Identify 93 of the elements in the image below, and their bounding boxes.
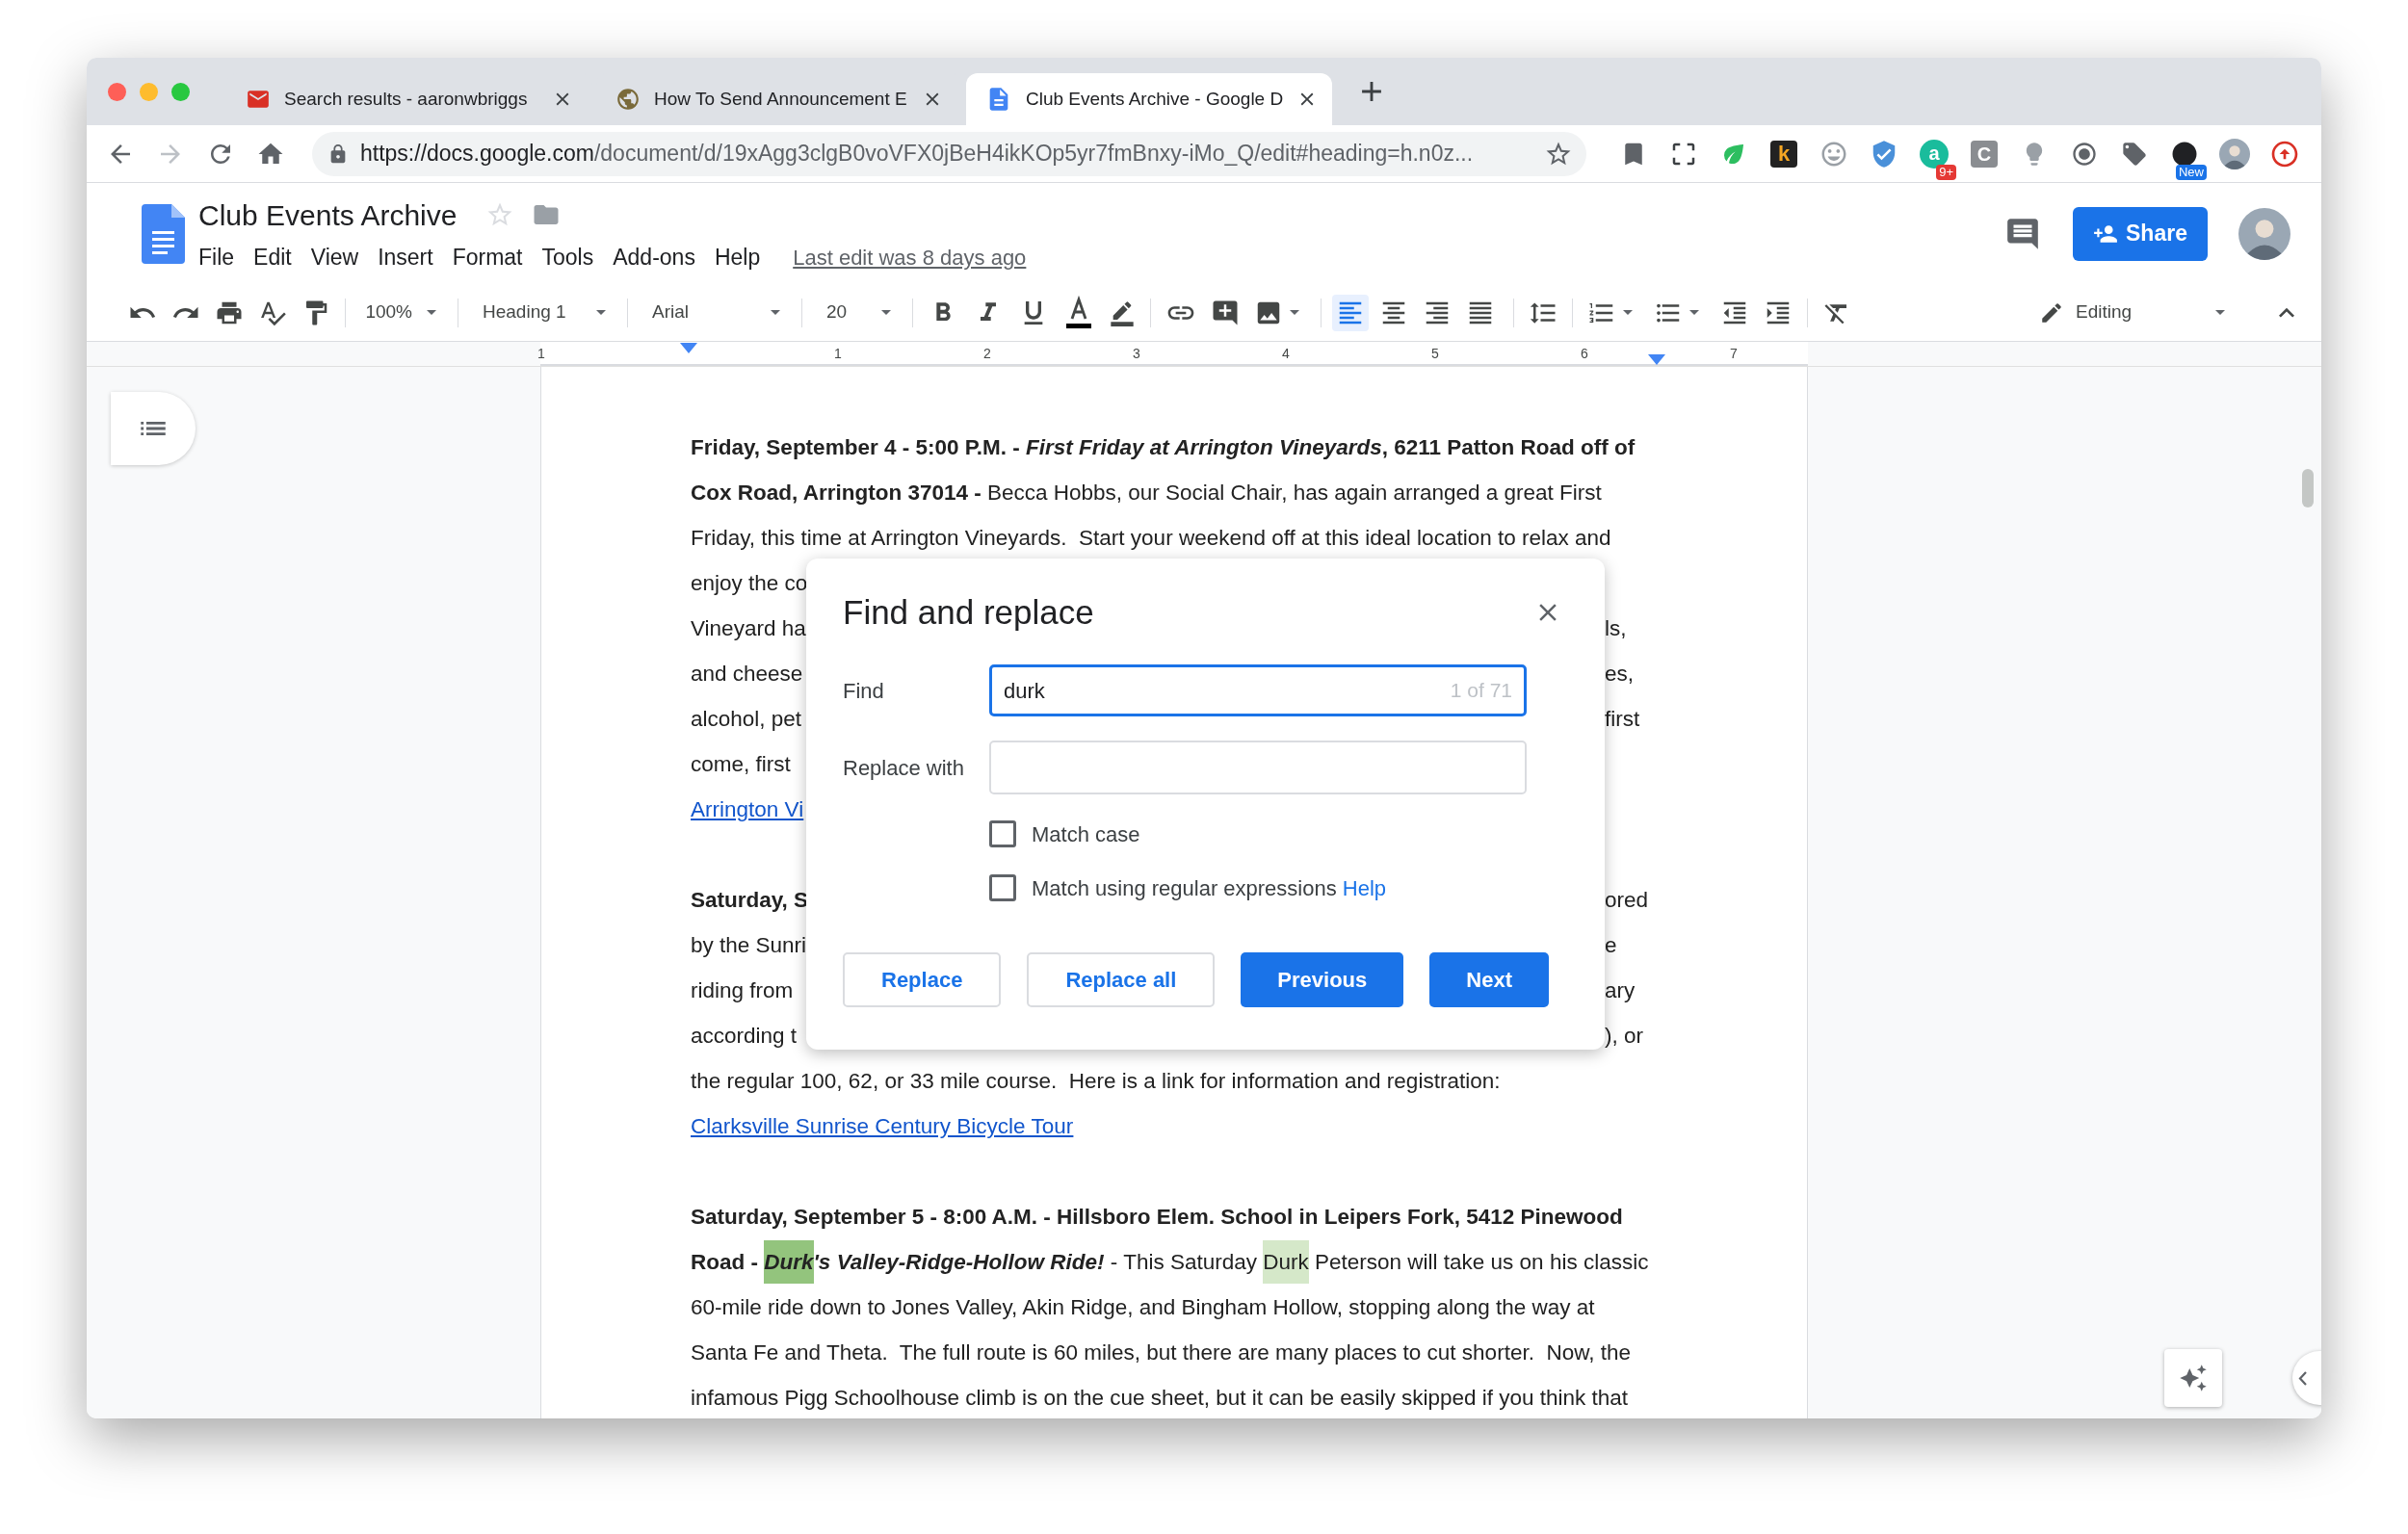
ruler-number: 1 xyxy=(537,345,545,363)
paragraph-text: and cheese xyxy=(691,662,803,686)
field-label: Replace with xyxy=(843,754,965,782)
menu-item[interactable]: Format xyxy=(452,240,523,274)
paragraph-text: Saturday, S xyxy=(691,888,809,912)
caret-icon xyxy=(1689,310,1699,315)
menu-item[interactable]: Tools xyxy=(541,240,594,274)
paragraph-text: Friday, September 4 - 5:00 P.M. - First Friday at Arrington Vineyards, 6211 Patton Road off of xyxy=(691,435,1636,459)
caret-icon xyxy=(1623,310,1633,315)
document-title[interactable]: Club Events Archive xyxy=(198,193,458,237)
option-label: Match using regular expressions Help xyxy=(1032,874,1387,902)
caret-icon xyxy=(2215,310,2225,315)
ruler-number: 7 xyxy=(1730,345,1738,363)
ruler-number: 5 xyxy=(1431,345,1439,363)
match-count: 1 of 71 xyxy=(1450,678,1512,704)
field-label: Find xyxy=(843,677,885,705)
text-color-icon[interactable] xyxy=(1063,295,1094,330)
paragraph-text: Friday, this time at Arrington Vineyards. Start your weekend off at this ideal location to relax and xyxy=(691,526,1611,550)
caret-icon xyxy=(596,310,606,315)
font-dropdown[interactable]: Arial xyxy=(642,299,787,326)
link[interactable]: Arrington Vi xyxy=(691,797,804,821)
paragraph-text: riding from xyxy=(691,978,794,1002)
menu-item[interactable]: Edit xyxy=(253,240,292,274)
caret-icon xyxy=(771,310,780,315)
paragraph-text: Saturday, September 5 - 8:00 A.M. - Hillsboro Elem. School in Leipers Fork, 5412 Pinewood xyxy=(691,1205,1623,1229)
paragraph-text: Cox Road, Arrington 37014 - Becca Hobbs, our Social Chair, has again arranged a great First xyxy=(691,481,1602,505)
paragraph-text: come, first xyxy=(691,752,791,776)
badge: 9+ xyxy=(1936,164,1956,180)
replace-field[interactable] xyxy=(989,741,1527,794)
ruler-number: 2 xyxy=(983,345,991,363)
paragraph-text: infamous Pigg Schoolhouse climb is on the cue sheet, but it can be easily skipped if you think that xyxy=(691,1386,1629,1410)
dialog-button[interactable]: Next xyxy=(1429,952,1549,1007)
dialog-button[interactable]: Replace xyxy=(843,952,1002,1007)
paragraph-text: alcohol, pet xyxy=(691,707,802,731)
ruler-number: 4 xyxy=(1282,345,1290,363)
indent-marker[interactable] xyxy=(680,343,697,354)
share-button[interactable]: Share xyxy=(2073,206,2208,261)
paragraph-text: e xyxy=(1605,932,1617,959)
help-link[interactable]: Help xyxy=(1342,875,1387,900)
menu-item[interactable]: View xyxy=(310,240,359,274)
badge: New xyxy=(2176,164,2207,180)
option-label: Match case xyxy=(1032,820,1140,848)
paragraph-text: by the Sunri xyxy=(691,933,807,957)
paragraph-text: Santa Fe and Theta. The full route is 60 miles, but there are many places to cut shorter. Now, the xyxy=(691,1340,1631,1365)
paragraph-text: Road - Durk's Valley-Ridge-Hollow Ride! - This Saturday Durk Peterson will take us on his classic xyxy=(691,1240,1649,1284)
checkbox[interactable] xyxy=(989,820,1016,847)
menu-item[interactable]: Add-ons xyxy=(613,240,695,274)
docs-logo[interactable] xyxy=(142,203,185,264)
browser-tab[interactable]: Club Events Archive - Google D xyxy=(966,73,1332,125)
checkbox[interactable] xyxy=(989,874,1016,901)
paragraph-text: ored xyxy=(1605,887,1649,914)
menu-item[interactable]: Insert xyxy=(378,240,433,274)
paragraph-text: es, xyxy=(1605,661,1634,688)
find-field[interactable]: durk 1 of 71 xyxy=(989,664,1527,716)
ruler-number: 3 xyxy=(1133,345,1140,363)
dialog-button[interactable]: Previous xyxy=(1241,952,1404,1007)
paragraph-text: ls, xyxy=(1605,615,1627,642)
paragraph-text: 60-mile ride down to Jones Valley, Akin Ridge, and Bingham Hollow, stopping along the way at xyxy=(691,1295,1595,1319)
globe-icon xyxy=(615,87,641,112)
caret-icon xyxy=(427,310,436,315)
caret-icon xyxy=(881,310,891,315)
profile-avatar[interactable] xyxy=(2219,138,2250,169)
paragraph-text: ary xyxy=(1605,977,1636,1004)
style-dropdown[interactable]: Heading 1 xyxy=(473,299,613,326)
paragraph-text: according t xyxy=(691,1024,798,1048)
address-bar[interactable]: https://docs.google.com/document/d/19xAgg3clgB0voVFX0jBeH4ikKOp5yr7fmBnxy-iMo_Q/edit#heading=h.n0z... xyxy=(312,131,1586,176)
font-size-dropdown[interactable]: 20 xyxy=(817,299,898,326)
zoom-dropdown[interactable]: 100% xyxy=(360,299,443,326)
paragraph-text: first xyxy=(1605,706,1640,733)
outline-button[interactable] xyxy=(111,392,196,465)
dialog-button[interactable]: Replace all xyxy=(1027,952,1216,1007)
account-avatar[interactable] xyxy=(2238,207,2290,260)
paragraph-text: the regular 100, 62, or 33 mile course. Here is a link for information and registration: xyxy=(691,1069,1501,1093)
explore-button[interactable] xyxy=(2164,1349,2222,1407)
highlighter-icon[interactable] xyxy=(1109,299,1136,326)
ruler-number: 1 xyxy=(834,345,842,363)
paragraph-text: Vineyard ha xyxy=(691,616,806,640)
mode-dropdown[interactable]: Editing xyxy=(2039,299,2232,326)
sparkle-icon xyxy=(2179,1364,2208,1392)
paragraph-text: ), or xyxy=(1605,1023,1643,1050)
ruler-number: 6 xyxy=(1581,345,1588,363)
extension-icon[interactable]: k xyxy=(1770,140,1797,168)
last-edit-link[interactable]: Last edit was 8 days ago xyxy=(793,241,1027,273)
dialog-title: Find and replace xyxy=(843,591,1094,633)
chevron-left-icon xyxy=(2298,1370,2307,1386)
ring-icon[interactable] xyxy=(2071,140,2098,168)
link[interactable]: Clarksville Sunrise Century Bicycle Tour xyxy=(691,1114,1074,1138)
menu-item[interactable]: Help xyxy=(714,240,761,274)
menu-item[interactable]: File xyxy=(198,240,235,274)
paragraph-text: enjoy the co xyxy=(691,571,808,595)
caret-icon xyxy=(1290,310,1299,315)
scrollbar-thumb[interactable] xyxy=(2302,469,2314,507)
tag-icon[interactable] xyxy=(2121,140,2148,168)
